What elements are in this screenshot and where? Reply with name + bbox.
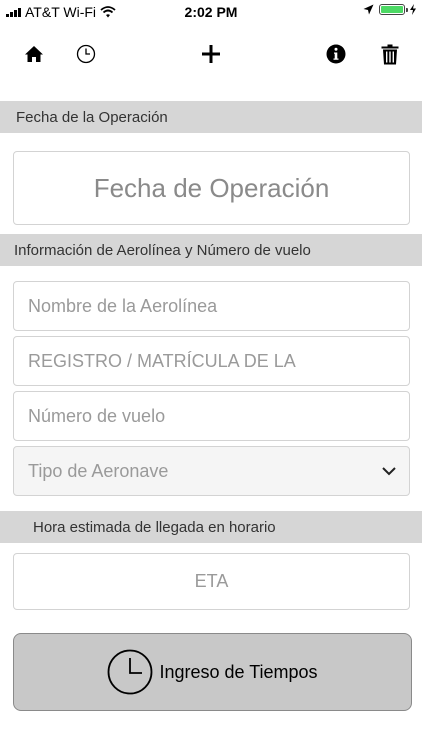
airline-name-placeholder: Nombre de la Aerolínea <box>28 295 218 316</box>
history-button[interactable] <box>64 30 108 78</box>
aircraft-type-select[interactable]: Tipo de Aeronave <box>13 446 410 496</box>
location-arrow-icon <box>363 4 374 15</box>
aircraft-type-placeholder: Tipo de Aeronave <box>28 460 169 481</box>
trash-icon <box>381 44 399 64</box>
status-bar: AT&T Wi-Fi 2:02 PM <box>0 0 422 24</box>
battery-icon <box>379 4 408 15</box>
toolbar <box>0 30 422 78</box>
operation-date-placeholder: Fecha de Operación <box>93 172 330 203</box>
section-header-eta: Hora estimada de llegada en horario <box>0 511 422 543</box>
delete-button[interactable] <box>368 30 412 78</box>
flight-number-input[interactable]: Número de vuelo <box>13 391 410 441</box>
home-icon <box>25 46 43 62</box>
time-entry-button[interactable]: Ingreso de Tiempos <box>13 633 412 711</box>
info-icon <box>326 44 346 64</box>
section-header-airline-info: Información de Aerolínea y Número de vue… <box>0 234 422 266</box>
add-button[interactable] <box>189 30 233 78</box>
operation-date-field[interactable]: Fecha de Operación <box>13 151 410 225</box>
chevron-down-icon <box>382 467 396 476</box>
flight-number-placeholder: Número de vuelo <box>28 405 166 426</box>
plus-icon <box>202 45 220 63</box>
charging-bolt-icon <box>410 4 416 15</box>
airline-name-input[interactable]: Nombre de la Aerolínea <box>13 281 410 331</box>
info-button[interactable] <box>314 30 358 78</box>
eta-placeholder: ETA <box>194 571 229 591</box>
clock-icon <box>76 44 96 64</box>
registration-input[interactable]: REGISTRO / MATRÍCULA DE LA <box>13 336 410 386</box>
eta-field[interactable]: ETA <box>13 553 410 610</box>
status-time: 2:02 PM <box>184 4 238 20</box>
time-entry-label: Ingreso de Tiempos <box>159 661 318 682</box>
section-header-operation-date: Fecha de la Operación <box>0 101 422 133</box>
registration-placeholder: REGISTRO / MATRÍCULA DE LA <box>28 350 296 371</box>
clock-icon <box>108 649 153 695</box>
home-button[interactable] <box>12 30 56 78</box>
